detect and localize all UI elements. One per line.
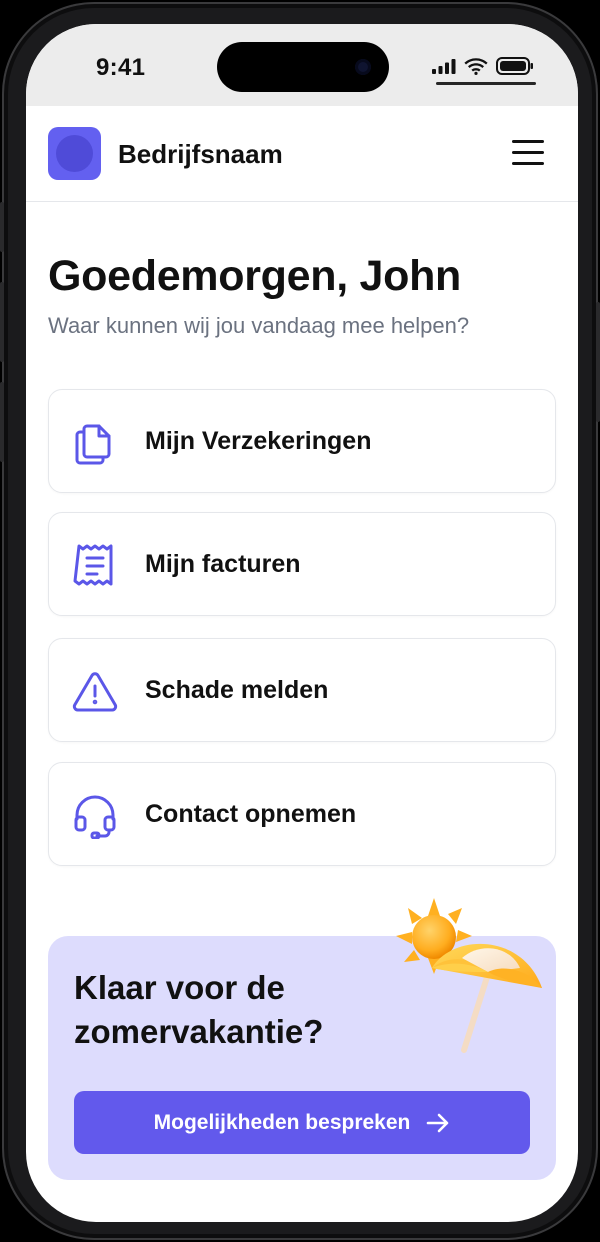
status-icons <box>432 57 534 75</box>
status-bar: 9:41 <box>26 24 578 106</box>
menu-line <box>512 162 544 165</box>
headset-icon <box>74 795 116 839</box>
card-contact-opnemen[interactable]: Contact opnemen <box>48 762 556 866</box>
hamburger-menu-button[interactable] <box>512 140 544 166</box>
logo-mark <box>56 135 93 172</box>
volume-up-button <box>0 282 4 362</box>
card-schade-melden[interactable]: Schade melden <box>48 638 556 742</box>
menu-line <box>512 151 544 154</box>
phone-frame: 9:41 Bedrijfsnaam Goedemorgen, John Waar… <box>0 2 600 1240</box>
page-subtitle: Waar kunnen wij jou vandaag mee helpen? <box>48 313 470 338</box>
dynamic-island <box>217 42 389 92</box>
documents-icon <box>75 424 111 465</box>
wifi-icon <box>464 57 488 75</box>
card-label: Mijn facturen <box>145 550 301 578</box>
volume-down-button <box>0 382 4 462</box>
status-underline <box>436 82 536 85</box>
screen: 9:41 Bedrijfsnaam Goedemorgen, John Waar… <box>26 24 578 1222</box>
camera-icon <box>355 59 371 75</box>
card-label: Mijn Verzekeringen <box>145 427 372 455</box>
receipt-icon <box>73 544 113 586</box>
card-label: Schade melden <box>145 676 329 704</box>
app-header: Bedrijfsnaam <box>26 106 578 202</box>
card-label: Contact opnemen <box>145 800 357 828</box>
page-title: Goedemorgen, John <box>48 252 461 300</box>
promo-title: Klaar voor de zomervakantie? <box>74 969 324 1050</box>
company-name: Bedrijfsnaam <box>118 139 283 169</box>
menu-line <box>512 140 544 143</box>
mogelijkheden-bespreken-button[interactable]: Mogelijkheden bespreken <box>74 1091 530 1154</box>
arrow-right-icon <box>427 1113 449 1132</box>
battery-icon <box>496 57 533 75</box>
sun-umbrella-illustration <box>396 898 542 1053</box>
warning-icon <box>72 672 118 712</box>
signal-icon <box>432 59 456 74</box>
card-mijn-verzekeringen[interactable]: Mijn Verzekeringen <box>48 389 556 493</box>
company-logo[interactable] <box>48 127 101 180</box>
power-button <box>596 302 600 422</box>
action-button <box>0 202 4 252</box>
card-mijn-facturen[interactable]: Mijn facturen <box>48 512 556 616</box>
status-time: 9:41 <box>96 54 146 81</box>
button-label: Mogelijkheden bespreken <box>153 1110 411 1134</box>
